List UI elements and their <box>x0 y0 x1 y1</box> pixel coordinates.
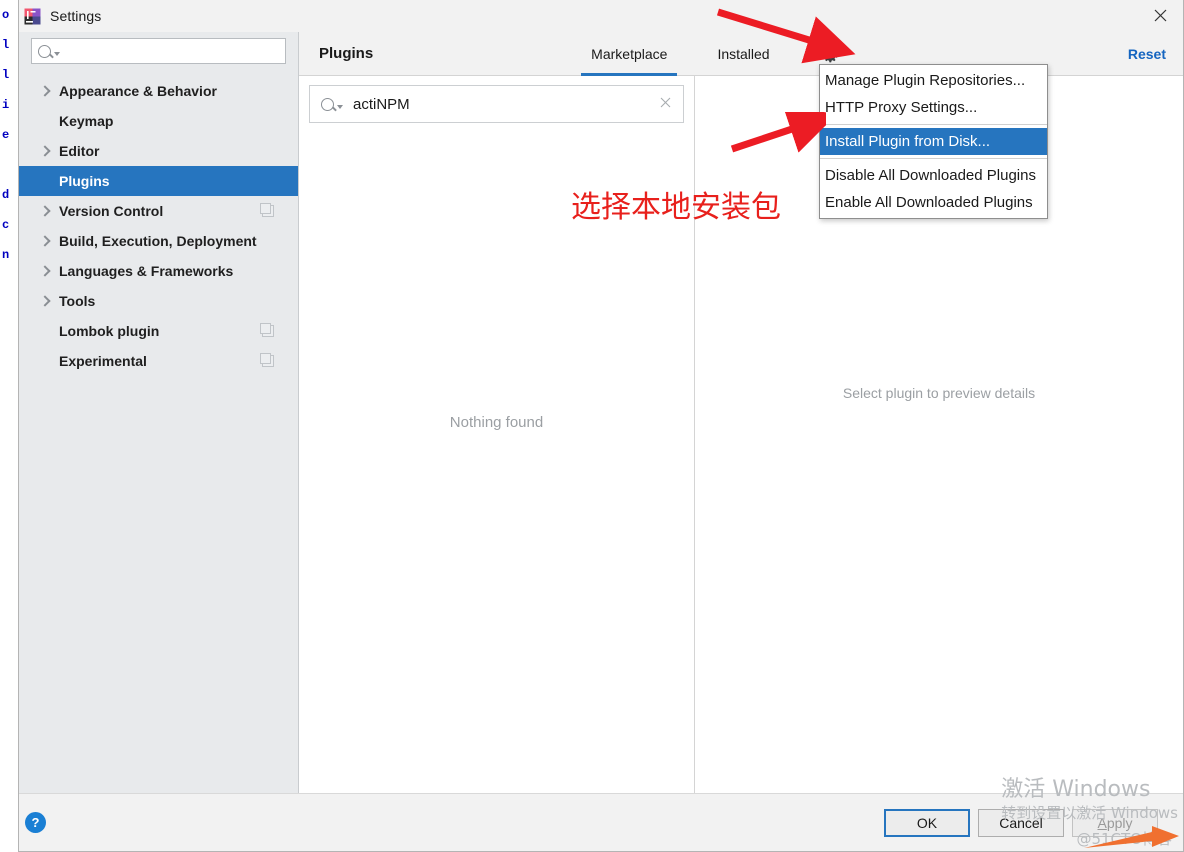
watermark-line2: 转到设置以激活 Windows <box>1001 803 1178 822</box>
sidebar-item-label: Appearance & Behavior <box>59 83 217 99</box>
sidebar-item-lombok-plugin[interactable]: Lombok plugin <box>19 316 298 346</box>
menu-separator <box>820 158 1047 159</box>
help-icon[interactable]: ? <box>25 812 46 833</box>
sidebar-item-label: Keymap <box>59 113 114 129</box>
settings-tree: Appearance & Behavior Keymap Editor Plugins… <box>19 74 298 793</box>
settings-search-input[interactable] <box>65 43 279 59</box>
sidebar-item-editor[interactable]: Editor <box>19 136 298 166</box>
dialog-title: Settings <box>50 8 102 24</box>
page-title: Plugins <box>319 45 374 62</box>
sidebar-item-plugins[interactable]: Plugins <box>19 166 298 196</box>
reset-link[interactable]: Reset <box>1128 46 1166 62</box>
plugin-search-box[interactable]: actiNPM <box>309 85 684 123</box>
chevron-right-icon[interactable] <box>39 295 51 307</box>
menu-item-install-plugin-from-disk[interactable]: Install Plugin from Disk... <box>820 128 1047 155</box>
menu-item-http-proxy-settings[interactable]: HTTP Proxy Settings... <box>820 94 1047 121</box>
clear-search-icon[interactable] <box>659 95 672 113</box>
plugins-header: Plugins Marketplace Installed Reset <box>299 32 1183 76</box>
close-icon[interactable] <box>1137 0 1183 31</box>
sidebar-item-version-control[interactable]: Version Control <box>19 196 298 226</box>
orange-arrow-icon <box>1084 826 1179 848</box>
menu-item-enable-all-downloaded-plugins[interactable]: Enable All Downloaded Plugins <box>820 189 1047 216</box>
dialog-titlebar: Settings <box>19 0 1183 32</box>
gear-icon[interactable] <box>822 46 839 63</box>
empty-state-text: Nothing found <box>449 414 544 431</box>
settings-sidebar: Appearance & Behavior Keymap Editor Plugins… <box>19 32 299 793</box>
sidebar-item-tools[interactable]: Tools <box>19 286 298 316</box>
intellij-idea-icon <box>24 8 41 25</box>
chevron-right-icon[interactable] <box>39 85 51 97</box>
menu-item-disable-all-downloaded-plugins[interactable]: Disable All Downloaded Plugins <box>820 162 1047 189</box>
search-icon <box>38 44 51 58</box>
sidebar-item-label: Editor <box>59 143 100 159</box>
watermark-line1: 激活 Windows <box>1001 777 1151 802</box>
sidebar-item-languages-frameworks[interactable]: Languages & Frameworks <box>19 256 298 286</box>
plugin-search-input[interactable]: actiNPM <box>353 96 410 113</box>
sidebar-item-experimental[interactable]: Experimental <box>19 346 298 376</box>
tab-installed[interactable]: Installed <box>711 32 775 76</box>
sidebar-item-label: Tools <box>59 293 96 309</box>
sidebar-item-label: Lombok plugin <box>59 323 160 339</box>
ok-button[interactable]: OK <box>884 809 970 837</box>
copy-settings-icon[interactable] <box>260 353 274 367</box>
plugins-content: Plugins Marketplace Installed Reset acti… <box>299 32 1183 793</box>
sidebar-item-label: Plugins <box>59 173 110 189</box>
menu-item-manage-plugin-repositories[interactable]: Manage Plugin Repositories... <box>820 67 1047 94</box>
search-icon <box>321 97 334 111</box>
annotation-note: 选择本地安装包 <box>571 190 781 225</box>
preview-hint-text: Select plugin to preview details <box>842 385 1036 401</box>
chevron-right-icon[interactable] <box>39 235 51 247</box>
chevron-right-icon[interactable] <box>39 145 51 157</box>
screenshot-root: olliedcn Settings Appearance & Behavior … <box>0 0 1184 852</box>
plugins-tabs: Marketplace Installed <box>581 32 775 76</box>
chevron-down-icon <box>337 104 343 109</box>
chevron-right-icon[interactable] <box>39 265 51 277</box>
settings-search-box[interactable] <box>31 38 286 64</box>
copy-settings-icon[interactable] <box>260 323 274 337</box>
chevron-right-icon[interactable] <box>39 205 51 217</box>
sidebar-item-label: Version Control <box>59 203 164 219</box>
chevron-down-icon <box>54 51 60 56</box>
sidebar-item-label: Experimental <box>59 353 147 369</box>
menu-separator <box>820 124 1047 125</box>
tab-marketplace[interactable]: Marketplace <box>581 32 678 76</box>
sidebar-item-appearance-behavior[interactable]: Appearance & Behavior <box>19 76 298 106</box>
sidebar-item-label: Build, Execution, Deployment <box>59 233 257 249</box>
sidebar-item-keymap[interactable]: Keymap <box>19 106 298 136</box>
plugin-settings-menu: Manage Plugin Repositories... HTTP Proxy … <box>819 64 1048 219</box>
sidebar-item-label: Languages & Frameworks <box>59 263 234 279</box>
sidebar-item-build-execution-deployment[interactable]: Build, Execution, Deployment <box>19 226 298 256</box>
copy-settings-icon[interactable] <box>260 203 274 217</box>
windows-activation-watermark: 激活 Windows 转到设置以激活 Windows <box>1001 776 1178 822</box>
